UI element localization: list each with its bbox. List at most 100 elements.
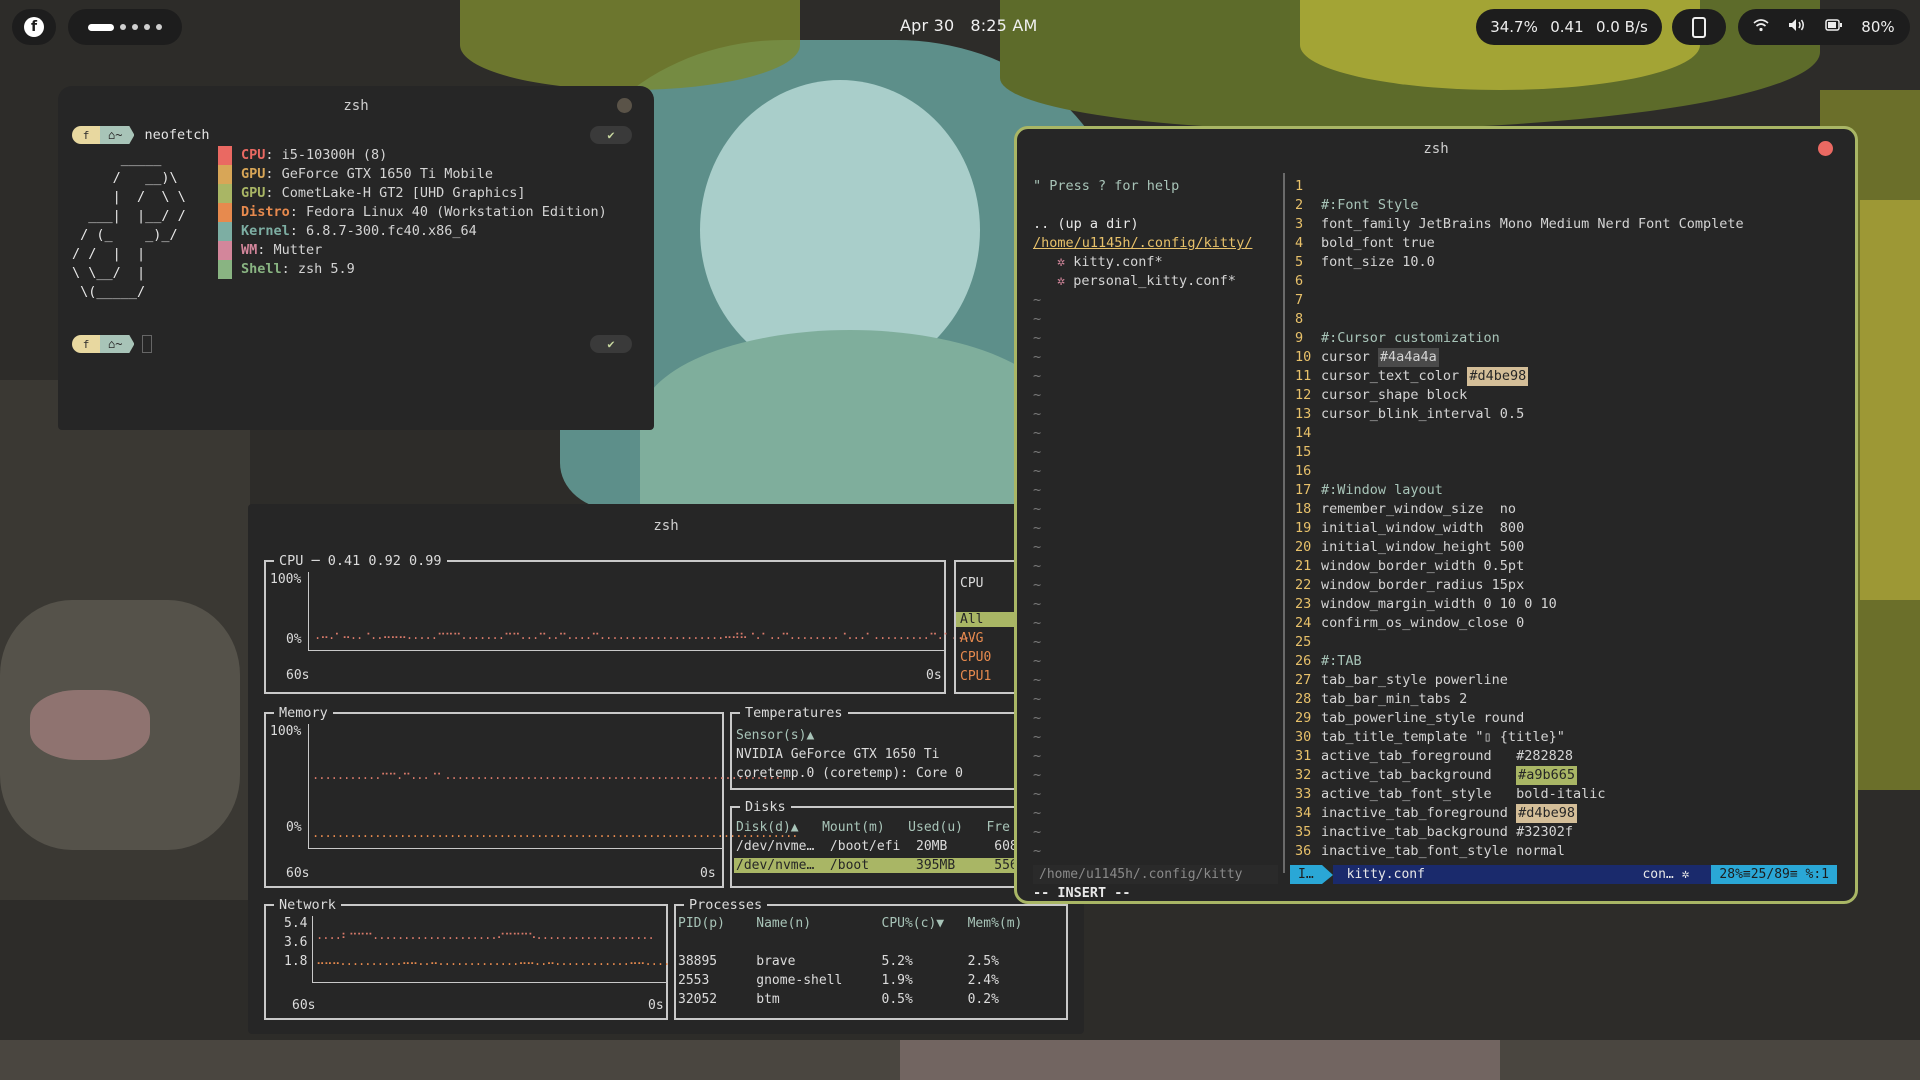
empty-line-marker: ~ bbox=[1033, 710, 1042, 726]
code-line[interactable]: 19 initial_window_width 800 bbox=[1295, 519, 1744, 538]
legend-item-avg[interactable]: AVG bbox=[960, 631, 983, 646]
code-line[interactable]: 1 bbox=[1295, 177, 1744, 196]
terminal-window-btm[interactable]: zsh CPU ─ 0.41 0.92 0.99 100% 0% .⠤.⠂⠤..… bbox=[248, 504, 1084, 1034]
network-panel[interactable]: Network 5.4 3.6 1.8 ....⠆⠒⠒⠒............… bbox=[264, 896, 670, 1020]
code-line[interactable]: 6 bbox=[1295, 272, 1744, 291]
tree-file[interactable]: ✲ kitty.conf* bbox=[1033, 253, 1288, 272]
workspace-indicator[interactable] bbox=[68, 9, 182, 45]
empty-line-marker: ~ bbox=[1033, 482, 1042, 498]
empty-line-marker: ~ bbox=[1033, 596, 1042, 612]
workspace-dot[interactable] bbox=[120, 24, 126, 30]
code-line[interactable]: 22 window_border_radius 15px bbox=[1295, 576, 1744, 595]
code-line[interactable]: 28 tab_bar_min_tabs 2 bbox=[1295, 690, 1744, 709]
code-line[interactable]: 26 #:TAB bbox=[1295, 652, 1744, 671]
axis-label-left: 60s bbox=[286, 668, 310, 683]
table-header: PID(p) Name(n) CPU%(c)▼ Mem%(m) bbox=[678, 916, 1023, 931]
line-number: 11 bbox=[1295, 368, 1312, 384]
system-monitor-indicator[interactable]: 34.7% 0.41 0.0 B/s bbox=[1476, 9, 1662, 45]
code-line[interactable]: 3 font_family JetBrains Mono Medium Nerd … bbox=[1295, 215, 1744, 234]
terminal-window-neofetch[interactable]: zsh f ⌂ ~ neofetch ✔ _____ / __)\ | / \ \… bbox=[58, 86, 654, 430]
activities-button[interactable]: f bbox=[12, 9, 56, 45]
code-text: font_family JetBrains Mono Medium Nerd F… bbox=[1321, 216, 1744, 232]
status-tree-path: /home/u1145h/.config/kitty bbox=[1033, 865, 1278, 884]
legend-item-cpu1[interactable]: CPU1 bbox=[960, 669, 991, 684]
processes-panel[interactable]: Processes PID(p) Name(n) CPU%(c)▼ Mem%(m… bbox=[674, 896, 1068, 1020]
code-text: bold_font true bbox=[1321, 235, 1435, 251]
code-text: tab_title_template "▯ {title}" bbox=[1321, 729, 1565, 745]
code-line[interactable]: 15 bbox=[1295, 443, 1744, 462]
code-line[interactable]: 17 #:Window layout bbox=[1295, 481, 1744, 500]
code-buffer[interactable]: 1 2 #:Font Style 3 font_family JetBrains Mon… bbox=[1295, 177, 1744, 861]
gear-icon: ✲ bbox=[1057, 254, 1066, 270]
table-row[interactable]: NVIDIA GeForce GTX 1650 Ti 57 bbox=[736, 747, 1033, 762]
code-line[interactable]: 35 inactive_tab_background #32302f bbox=[1295, 823, 1744, 842]
close-button[interactable] bbox=[617, 98, 632, 113]
workspace-active-dot[interactable] bbox=[88, 23, 114, 31]
code-line[interactable]: 23 window_margin_width 0 10 0 10 bbox=[1295, 595, 1744, 614]
cpu-panel[interactable]: CPU ─ 0.41 0.92 0.99 100% 0% .⠤.⠂⠤..⠐..⠤… bbox=[264, 552, 977, 694]
code-line[interactable]: 14 bbox=[1295, 424, 1744, 443]
table-row[interactable]: coretemp.0 (coretemp): Core 0 59 bbox=[736, 766, 1033, 781]
table-row[interactable]: 2553 gnome-shell 1.9% 2.4% bbox=[678, 973, 999, 988]
tree-file[interactable]: ✲ personal_kitty.conf* bbox=[1033, 272, 1288, 291]
info-row: GPU: GeForce GTX 1650 Ti Mobile bbox=[218, 165, 607, 184]
empty-line-marker: ~ bbox=[1033, 349, 1042, 365]
close-button[interactable] bbox=[1818, 141, 1833, 156]
clock[interactable]: Apr 30 8:25 AM bbox=[900, 16, 1054, 35]
table-row[interactable]: 38895 brave 5.2% 2.5% bbox=[678, 954, 999, 969]
terminal-window-vim[interactable]: zsh " Press ? for help .. (up a dir) /ho… bbox=[1014, 126, 1858, 904]
info-row: WM: Mutter bbox=[218, 241, 607, 260]
code-text: active_tab_font_style bold-italic bbox=[1321, 786, 1606, 802]
code-line[interactable]: 2 #:Font Style bbox=[1295, 196, 1744, 215]
code-text: tab_bar_style powerline bbox=[1321, 672, 1508, 688]
line-number: 1 bbox=[1295, 178, 1304, 194]
table-row[interactable]: 32052 btm 0.5% 0.2% bbox=[678, 992, 999, 1007]
code-line[interactable]: 27 tab_bar_style powerline bbox=[1295, 671, 1744, 690]
code-line[interactable]: 31 active_tab_foreground #282828 bbox=[1295, 747, 1744, 766]
workspace-dot[interactable] bbox=[144, 24, 150, 30]
empty-line-marker: ~ bbox=[1033, 786, 1042, 802]
tree-updir[interactable]: .. (up a dir) bbox=[1033, 215, 1288, 234]
phone-connect-button[interactable] bbox=[1672, 9, 1726, 45]
code-line[interactable]: 7 bbox=[1295, 291, 1744, 310]
code-line[interactable]: 12 cursor_shape block bbox=[1295, 386, 1744, 405]
code-text: confirm_os_window_close 0 bbox=[1321, 615, 1525, 631]
code-line[interactable]: 32 active_tab_background #a9b665 bbox=[1295, 766, 1744, 785]
workspace-dot[interactable] bbox=[132, 24, 138, 30]
legend-item-cpu0[interactable]: CPU0 bbox=[960, 650, 991, 665]
load-average: 0.41 bbox=[1550, 18, 1584, 36]
code-line[interactable]: 24 confirm_os_window_close 0 bbox=[1295, 614, 1744, 633]
code-line[interactable]: 36 inactive_tab_font_style normal bbox=[1295, 842, 1744, 861]
code-line[interactable]: 8 bbox=[1295, 310, 1744, 329]
code-line[interactable]: 20 initial_window_height 500 bbox=[1295, 538, 1744, 557]
code-line[interactable]: 13 cursor_blink_interval 0.5 bbox=[1295, 405, 1744, 424]
code-line[interactable]: 16 bbox=[1295, 462, 1744, 481]
split-divider[interactable] bbox=[1283, 173, 1285, 873]
workspace-dot[interactable] bbox=[156, 24, 162, 30]
code-line[interactable]: 29 tab_powerline_style round bbox=[1295, 709, 1744, 728]
memory-panel[interactable]: Memory 100% 0% ...........⠒⠒.⠒...⠐⠂.....… bbox=[264, 704, 799, 888]
code-line[interactable]: 11 cursor_text_color #d4be98 bbox=[1295, 367, 1744, 386]
code-line[interactable]: 21 window_border_width 0.5pt bbox=[1295, 557, 1744, 576]
code-line[interactable]: 33 active_tab_font_style bold-italic bbox=[1295, 785, 1744, 804]
info-key: WM bbox=[241, 242, 258, 258]
code-line[interactable]: 5 font_size 10.0 bbox=[1295, 253, 1744, 272]
code-line[interactable]: 34 inactive_tab_foreground #d4be98 bbox=[1295, 804, 1744, 823]
code-line[interactable]: 30 tab_title_template "▯ {title}" bbox=[1295, 728, 1744, 747]
code-line[interactable]: 4 bold_font true bbox=[1295, 234, 1744, 253]
code-line[interactable]: 25 bbox=[1295, 633, 1744, 652]
code-line[interactable]: 10 cursor #4a4a4a bbox=[1295, 348, 1744, 367]
nerdtree-panel[interactable]: " Press ? for help .. (up a dir) /home/u… bbox=[1033, 177, 1288, 861]
code-line[interactable]: 18 remember_window_size no bbox=[1295, 500, 1744, 519]
info-value: : zsh 5.9 bbox=[281, 261, 355, 277]
system-menu-button[interactable]: 80% bbox=[1738, 9, 1910, 45]
table-row[interactable]: /dev/nvme… /boot/efi 20MB 608 bbox=[736, 839, 1018, 854]
fedora-ascii-logo: _____ / __)\ | / \ \ ___| |__/ / / (_ _)… bbox=[72, 151, 186, 300]
tree-root-path[interactable]: /home/u1145h/.config/kitty/ bbox=[1033, 234, 1288, 253]
code-line[interactable]: 9 #:Cursor customization bbox=[1295, 329, 1744, 348]
phone-icon bbox=[1692, 16, 1706, 38]
axis-tick: 1.8 bbox=[284, 954, 308, 969]
graph-y-axis bbox=[308, 724, 309, 848]
empty-line-marker: ~ bbox=[1033, 311, 1042, 327]
